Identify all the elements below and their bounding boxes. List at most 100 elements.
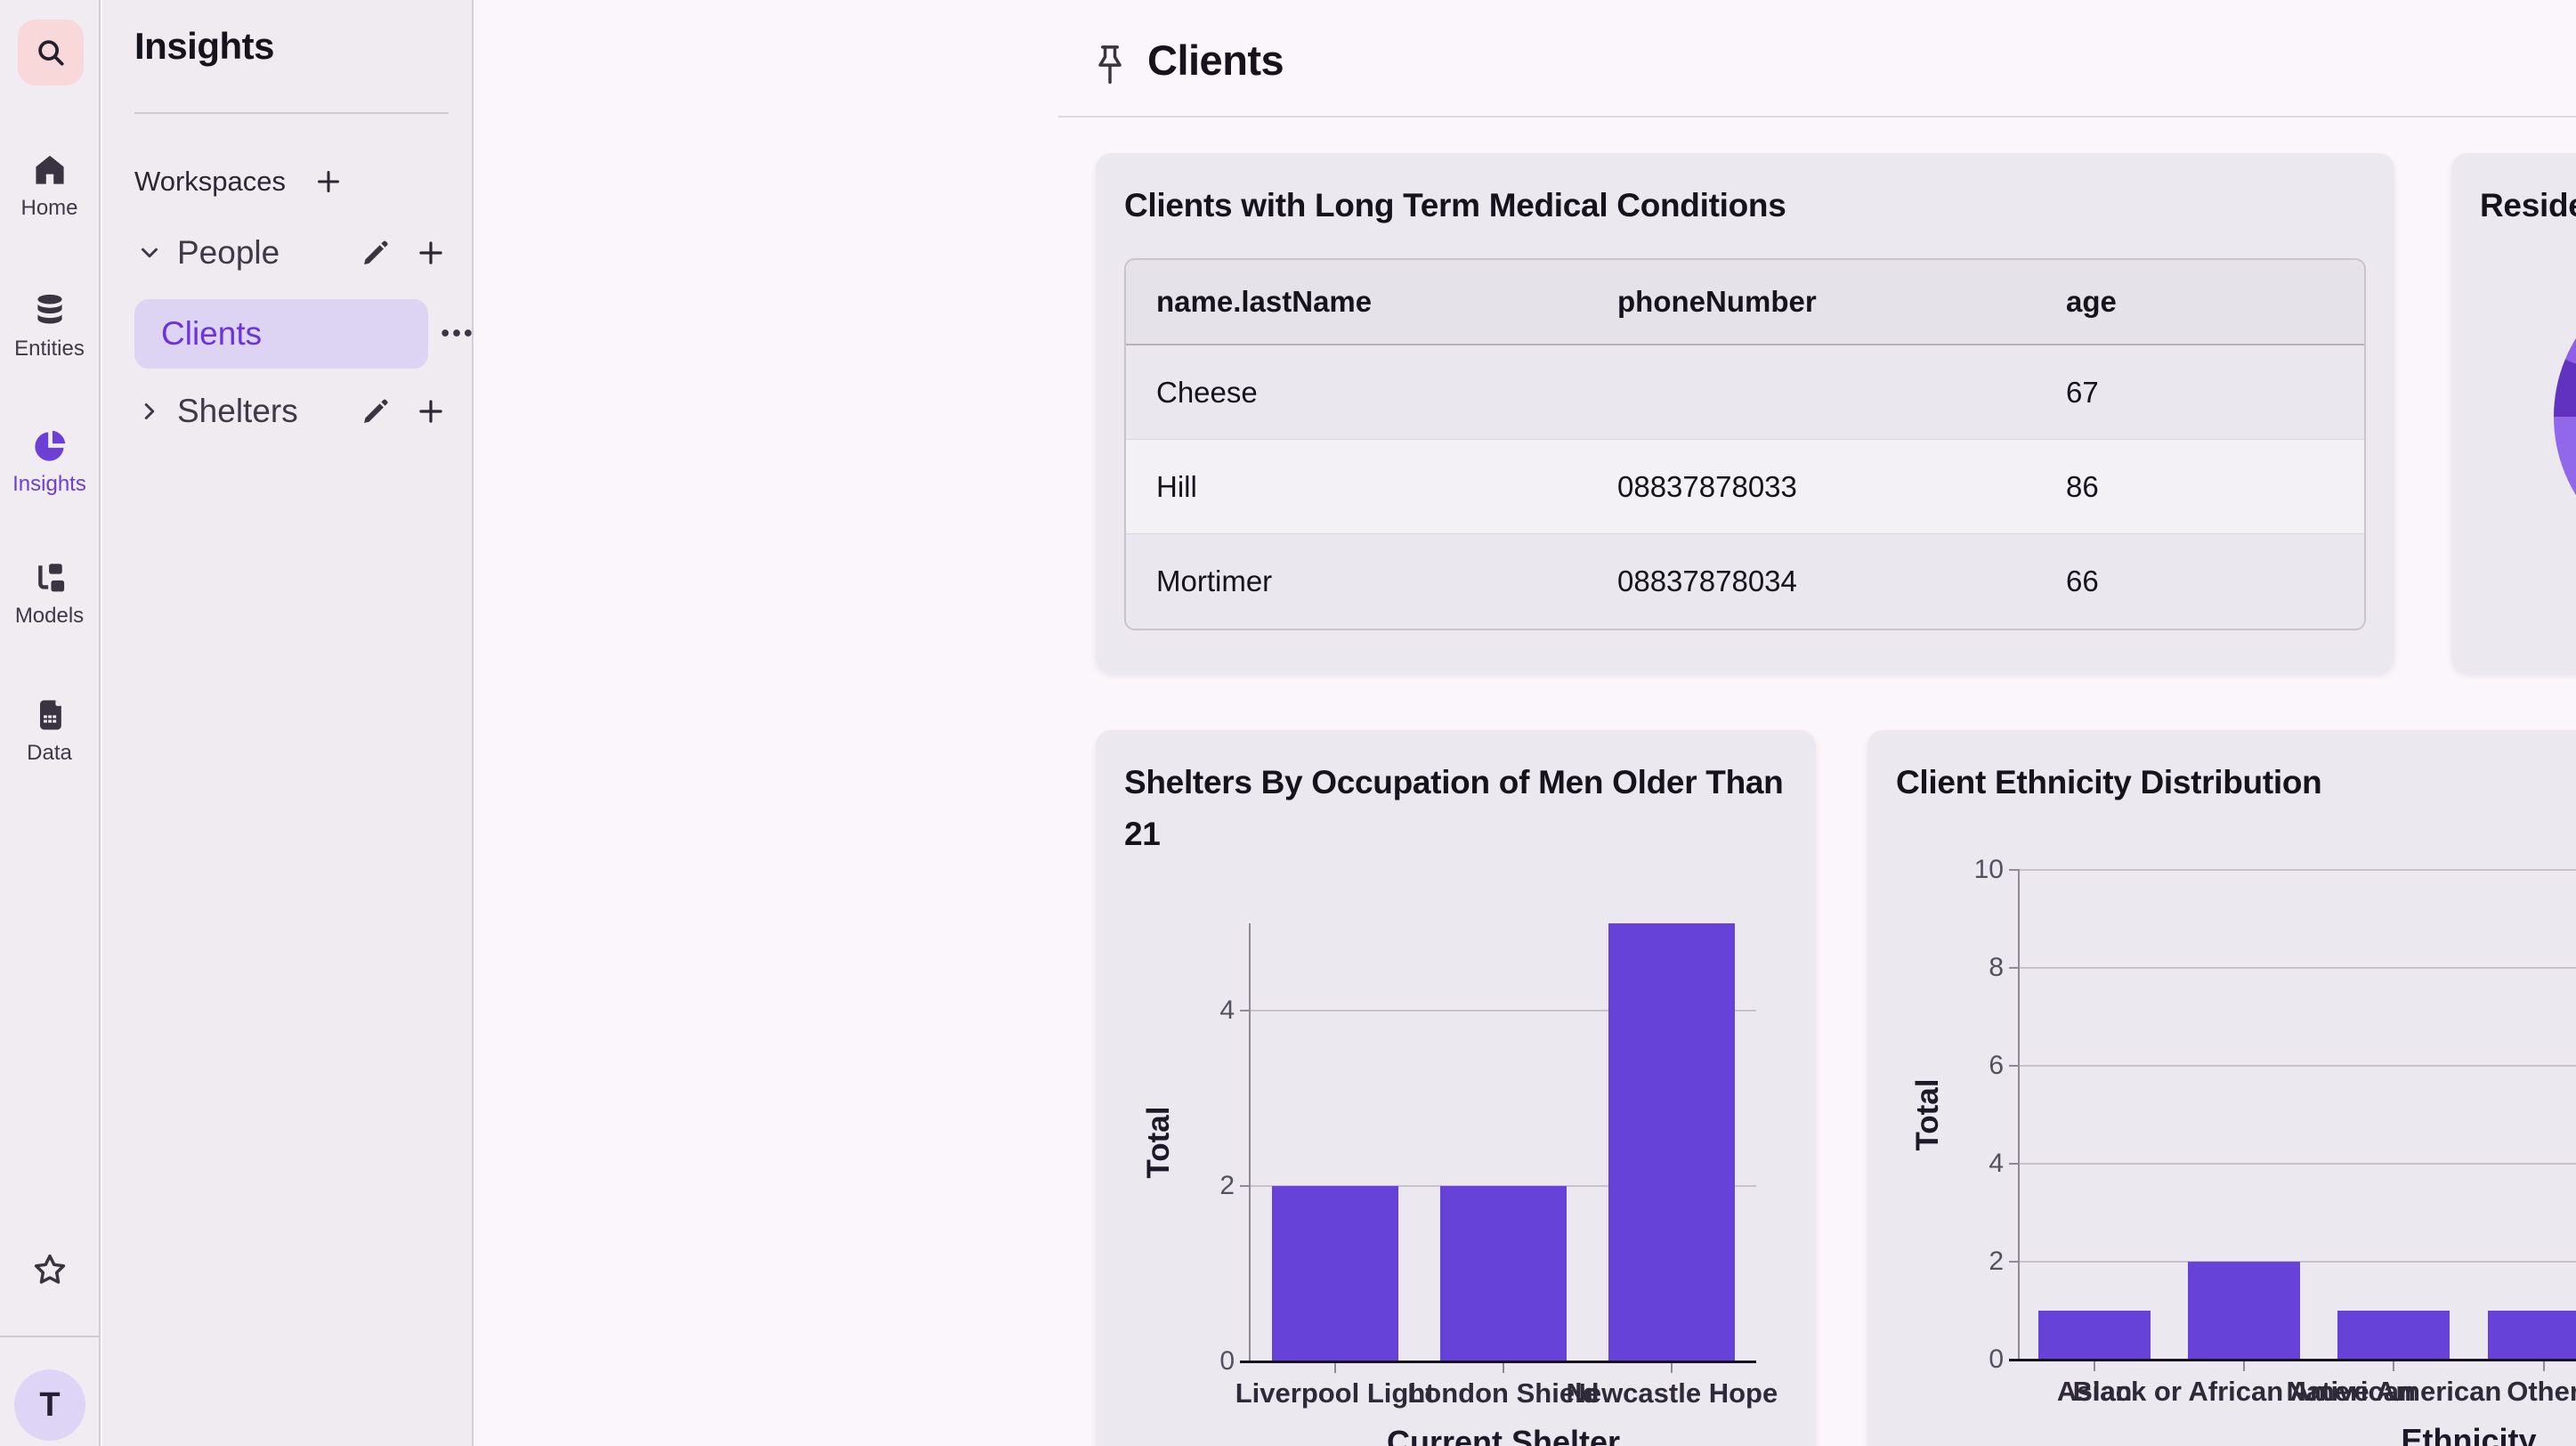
table-row: Hill0883787803386 bbox=[1126, 440, 2364, 534]
icon-rail: Home Entities Insights bbox=[0, 0, 101, 1446]
insights-sidebar: Insights Workspaces People Clients bbox=[102, 0, 474, 1446]
table-body: Cheese67Hill0883787803386Mortimer0883787… bbox=[1126, 345, 2364, 629]
bar bbox=[2188, 1262, 2300, 1360]
y-tick-label: 8 bbox=[1924, 953, 2004, 983]
bar bbox=[1272, 1186, 1398, 1361]
favorites-star-icon[interactable] bbox=[0, 1250, 99, 1289]
donut-center-label: Residents By Ethnicity bbox=[2533, 467, 2576, 495]
card-title: Residents By Ethnicity bbox=[2480, 180, 2576, 232]
table-cell: 08837878034 bbox=[1587, 565, 2036, 598]
table-row: Mortimer0883787803466 bbox=[1126, 534, 2364, 629]
bar-chart-shelters: 024Liverpool LightLondon ShieldNewcastle… bbox=[1251, 923, 1756, 1361]
donut-chart: 16 Residents By Ethnicity bbox=[2554, 267, 2576, 566]
workspaces-row: Workspaces bbox=[134, 160, 450, 203]
sidebar-title: Insights bbox=[134, 25, 274, 68]
x-tick-mark bbox=[1334, 1363, 1336, 1373]
table-cell: 08837878033 bbox=[1587, 470, 2036, 504]
rail-item-home[interactable]: Home bbox=[0, 150, 99, 221]
table-header-row: name.lastNamephoneNumberage bbox=[1126, 260, 2364, 345]
search-icon bbox=[34, 36, 68, 69]
table-cell: 67 bbox=[2036, 376, 2364, 410]
sidebar-item-clients[interactable]: Clients bbox=[134, 299, 428, 369]
clients-table: name.lastNamephoneNumberage Cheese 67 Hill… bbox=[1124, 258, 2366, 630]
x-tick-mark bbox=[2393, 1361, 2394, 1371]
card-title: Shelters By Occupation of Men Older Than… bbox=[1124, 757, 1787, 860]
chevron-down-icon[interactable] bbox=[134, 233, 165, 272]
x-tick-mark bbox=[2543, 1361, 2545, 1371]
chevron-right-icon[interactable] bbox=[134, 392, 165, 431]
workspaces-label: Workspaces bbox=[134, 166, 286, 198]
entities-icon bbox=[0, 290, 99, 331]
bar bbox=[2337, 1311, 2450, 1360]
medical-conditions-card: Clients with Long Term Medical Condition… bbox=[1096, 153, 2394, 673]
header-divider bbox=[1058, 116, 2576, 118]
add-workspace-button[interactable] bbox=[309, 162, 348, 201]
y-tick-label: 0 bbox=[1154, 1346, 1235, 1377]
x-tick-mark bbox=[1503, 1363, 1504, 1373]
x-axis-title: Ethnicity bbox=[2020, 1422, 2576, 1446]
x-tick-mark bbox=[1671, 1363, 1673, 1373]
table-cell: 86 bbox=[2036, 470, 2364, 504]
workspace-people-label: People bbox=[177, 234, 279, 272]
shelters-occupation-card: Shelters By Occupation of Men Older Than… bbox=[1096, 730, 1816, 1446]
card-title: Clients with Long Term Medical Condition… bbox=[1124, 180, 2366, 232]
bar-chart-ethnicity: 0246810AsianBlack or African AmericanNat… bbox=[2020, 870, 2576, 1360]
x-axis-line bbox=[1240, 1361, 1756, 1363]
data-icon bbox=[0, 695, 99, 735]
avatar-initial: T bbox=[39, 1386, 60, 1425]
main-content: Clients Clients with Long Term Medic bbox=[474, 0, 2576, 1446]
add-shelters-insight-button[interactable] bbox=[411, 392, 450, 431]
edit-people-pencil-icon[interactable] bbox=[356, 233, 395, 272]
page-title: Clients bbox=[1147, 36, 1284, 85]
rail-divider bbox=[0, 1336, 99, 1337]
client-ethnicity-card: Client Ethnicity Distribution 0246810Asi… bbox=[1867, 730, 2576, 1446]
y-axis-title: Total bbox=[1138, 1076, 1180, 1209]
edit-shelters-pencil-icon[interactable] bbox=[356, 392, 395, 431]
rail-item-data[interactable]: Data bbox=[0, 695, 99, 766]
table-row: Cheese 67 bbox=[1126, 345, 2364, 440]
residents-by-ethnicity-card: Residents By Ethnicity 16 Residents By E… bbox=[2451, 153, 2576, 673]
y-axis-line bbox=[1249, 923, 1251, 1361]
bar bbox=[2488, 1311, 2576, 1360]
clients-more-options-icon[interactable] bbox=[437, 313, 476, 353]
table-cell: Hill bbox=[1126, 470, 1587, 504]
sidebar-divider bbox=[134, 112, 449, 114]
bar bbox=[1608, 923, 1735, 1361]
bar bbox=[1440, 1186, 1567, 1361]
gridline bbox=[2020, 1065, 2576, 1067]
table-cell: Cheese bbox=[1126, 376, 1587, 410]
gridline bbox=[2020, 1163, 2576, 1165]
rail-item-insights[interactable]: Insights bbox=[0, 426, 99, 497]
insights-pie-icon bbox=[0, 426, 99, 467]
home-icon bbox=[0, 150, 99, 191]
rail-item-models[interactable]: Models bbox=[0, 557, 99, 629]
add-people-insight-button[interactable] bbox=[411, 233, 450, 272]
sidebar-item-clients-label: Clients bbox=[161, 315, 262, 353]
x-axis-line bbox=[2009, 1359, 2576, 1361]
table-cell: Mortimer bbox=[1126, 565, 1587, 598]
y-tick-label: 2 bbox=[1924, 1247, 2004, 1277]
x-tick-label: Newcastle Hope bbox=[1566, 1377, 1778, 1409]
y-axis-title: Total bbox=[1907, 1048, 1949, 1182]
y-tick-label: 10 bbox=[1924, 855, 2004, 885]
gridline bbox=[2020, 869, 2576, 871]
column-header: name.lastName bbox=[1126, 285, 1587, 319]
column-header: phoneNumber bbox=[1587, 285, 2036, 319]
x-tick-mark bbox=[2094, 1361, 2095, 1371]
x-tick-label: Native American bbox=[2287, 1376, 2502, 1408]
y-tick-label: 4 bbox=[1154, 995, 1235, 1026]
user-avatar[interactable]: T bbox=[14, 1369, 85, 1441]
y-tick-label: 0 bbox=[1924, 1344, 2004, 1375]
pin-icon[interactable] bbox=[1090, 43, 1130, 89]
gridline bbox=[2020, 967, 2576, 969]
rail-item-entities[interactable]: Entities bbox=[0, 290, 99, 362]
x-tick-label: Other bbox=[2507, 1376, 2576, 1408]
workspace-shelters-row[interactable]: Shelters bbox=[134, 386, 450, 436]
card-title: Client Ethnicity Distribution bbox=[1896, 757, 2576, 808]
search-button[interactable] bbox=[18, 20, 84, 85]
workspace-people-row[interactable]: People bbox=[134, 228, 450, 278]
workspace-shelters-label: Shelters bbox=[177, 393, 298, 430]
x-tick-label: Liverpool Light bbox=[1235, 1377, 1435, 1409]
models-icon bbox=[0, 557, 99, 598]
table-cell: 66 bbox=[2036, 565, 2364, 598]
